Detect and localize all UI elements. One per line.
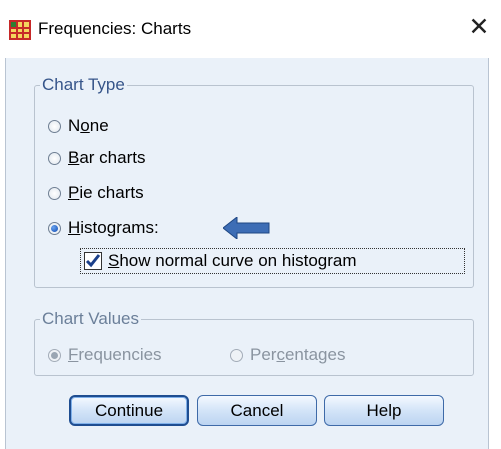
show-normal-curve-checkbox[interactable]: Show normal curve on histogram	[80, 248, 465, 274]
radio-none-label: None	[68, 116, 109, 135]
continue-button[interactable]: Continue	[69, 395, 189, 426]
chart-values-legend: Chart Values	[40, 309, 142, 329]
blue-arrow-icon	[223, 217, 270, 239]
radio-bar-charts[interactable]: Bar charts	[48, 147, 145, 169]
radio-frequencies-label: Frequencies	[68, 345, 162, 364]
radio-none-control[interactable]	[48, 119, 61, 133]
close-icon[interactable]: ✕	[465, 12, 493, 42]
radio-histograms[interactable]: Histograms:	[48, 217, 159, 239]
cancel-button[interactable]: Cancel	[197, 395, 317, 426]
radio-histograms-label: Histograms:	[68, 218, 159, 237]
radio-bar-charts-control[interactable]	[48, 151, 61, 165]
radio-bar-charts-label: Bar charts	[68, 148, 146, 167]
checkmark-icon	[85, 254, 101, 268]
show-normal-curve-check-control[interactable]	[84, 252, 102, 270]
radio-pie-charts[interactable]: Pie charts	[48, 182, 144, 204]
help-button[interactable]: Help	[324, 395, 444, 426]
radio-frequencies[interactable]: Frequencies	[48, 344, 162, 366]
frequencies-charts-dialog: Frequencies: Charts ✕ Chart Type None Ba…	[0, 0, 501, 449]
chart-type-legend: Chart Type	[40, 75, 127, 95]
show-normal-curve-label: Show normal curve on histogram	[108, 251, 357, 270]
radio-percentages-label: Percentages	[250, 345, 346, 364]
radio-histograms-control[interactable]	[48, 221, 61, 235]
radio-pie-charts-control[interactable]	[48, 186, 61, 200]
spss-grid-icon	[9, 20, 31, 40]
radio-frequencies-control[interactable]	[48, 348, 61, 362]
radio-pie-charts-label: Pie charts	[68, 183, 144, 202]
title-bar[interactable]: Frequencies: Charts ✕	[0, 0, 501, 58]
radio-percentages[interactable]: Percentages	[230, 344, 345, 366]
radio-none[interactable]: None	[48, 115, 109, 137]
radio-percentages-control[interactable]	[230, 348, 243, 362]
window-title: Frequencies: Charts	[38, 19, 192, 38]
